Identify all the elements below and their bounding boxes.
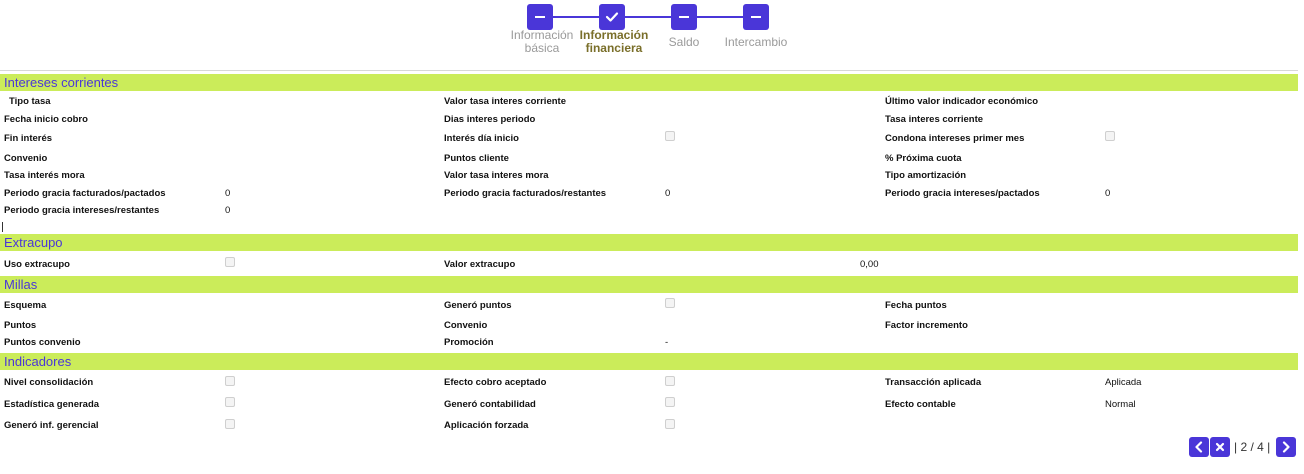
field-value: -: [665, 337, 669, 348]
field-label: Aplicación forzada: [444, 420, 529, 431]
uso-extracupo-checkbox[interactable]: [225, 257, 235, 267]
stepper-connector: [625, 16, 671, 18]
field-label: Nivel consolidación: [4, 377, 94, 388]
field-label: Interés día inicio: [444, 133, 519, 144]
section-title: Extracupo: [4, 235, 63, 250]
field-label: Condona intereses primer mes: [885, 133, 1025, 144]
section-header-millas: Millas: [0, 276, 1298, 293]
stepper-connector: [697, 16, 743, 18]
stepper-connector: [553, 16, 599, 18]
step-1-minus-icon[interactable]: [527, 4, 553, 30]
field-label: Fecha inicio cobro: [4, 114, 88, 125]
field-label: Convenio: [444, 320, 488, 331]
aplicacion-forzada-checkbox[interactable]: [665, 419, 675, 429]
section-header-intereses: Intereses corrientes: [0, 74, 1298, 91]
genero-contabilidad-checkbox[interactable]: [665, 397, 675, 407]
interes-dia-inicio-checkbox[interactable]: [665, 131, 675, 141]
page-indicator: | 2 / 4 |: [1234, 440, 1271, 454]
field-label: Último valor indicador económico: [885, 96, 1039, 107]
field-label: Esquema: [4, 300, 47, 311]
field-label: Promoción: [444, 337, 494, 348]
step-2-check-icon[interactable]: [599, 4, 625, 30]
genero-inf-gerencial-checkbox[interactable]: [225, 419, 235, 429]
field-label: Periodo gracia facturados/restantes: [444, 188, 607, 199]
field-label: Efecto cobro aceptado: [444, 377, 547, 388]
estadistica-generada-checkbox[interactable]: [225, 397, 235, 407]
field-label: Valor tasa interes mora: [444, 170, 549, 181]
field-label: Puntos convenio: [4, 337, 81, 348]
step-4-label-line1: Intercambio: [724, 35, 788, 49]
field-label: Generó contabilidad: [444, 399, 536, 410]
field-label: Puntos: [4, 320, 37, 331]
field-value: 0: [1105, 188, 1111, 199]
field-label: Convenio: [4, 153, 48, 164]
close-icon: [1215, 442, 1225, 452]
field-label: Estadística generada: [4, 399, 100, 410]
section-header-indicadores: Indicadores: [0, 353, 1298, 370]
field-label: Factor incremento: [885, 320, 968, 331]
field-label: Periodo gracia intereses/restantes: [4, 205, 160, 216]
progress-stepper: Información básica Información financier…: [0, 0, 1304, 70]
field-label: Fecha puntos: [885, 300, 947, 311]
field-label: % Próxima cuota: [885, 153, 962, 164]
field-label: Valor extracupo: [444, 259, 516, 270]
step-4-minus-icon[interactable]: [743, 4, 769, 30]
chevron-left-icon: [1195, 441, 1203, 453]
section-title: Millas: [4, 277, 38, 292]
field-label: Puntos cliente: [444, 153, 509, 164]
section-header-extracupo: Extracupo: [0, 234, 1298, 251]
field-label: Uso extracupo: [4, 259, 70, 270]
field-value: Normal: [1105, 399, 1136, 410]
field-label: Transacción aplicada: [885, 377, 982, 388]
field-value: 0: [225, 188, 231, 199]
field-label: Generó puntos: [444, 300, 512, 311]
step-3-minus-icon[interactable]: [671, 4, 697, 30]
field-label: Tasa interés mora: [4, 170, 85, 181]
field-label: Valor tasa interes corriente: [444, 96, 566, 107]
genero-puntos-checkbox[interactable]: [665, 298, 675, 308]
field-label: Tasa interes corriente: [885, 114, 984, 125]
field-label: Efecto contable: [885, 399, 956, 410]
section-title: Indicadores: [4, 354, 72, 369]
chevron-right-icon: [1282, 441, 1290, 453]
close-button[interactable]: [1210, 437, 1230, 457]
field-value: 0: [665, 188, 671, 199]
field-label: Generó inf. gerencial: [4, 420, 99, 431]
field-value: 0,00: [860, 259, 879, 270]
field-label: Dias interes periodo: [444, 114, 536, 125]
field-label: Tipo tasa: [9, 96, 51, 107]
text-cursor: [2, 222, 3, 232]
nivel-consolidacion-checkbox[interactable]: [225, 376, 235, 386]
field-value: Aplicada: [1105, 377, 1142, 388]
previous-page-button[interactable]: [1189, 437, 1209, 457]
next-page-button[interactable]: [1276, 437, 1296, 457]
field-value: 0: [225, 205, 231, 216]
section-title: Intereses corrientes: [4, 75, 119, 90]
field-label: Periodo gracia facturados/pactados: [4, 188, 166, 199]
field-label: Fin interés: [4, 133, 53, 144]
field-label: Tipo amortización: [885, 170, 967, 181]
condona-intereses-checkbox[interactable]: [1105, 131, 1115, 141]
step-4-label[interactable]: Intercambio: [711, 36, 801, 49]
efecto-cobro-aceptado-checkbox[interactable]: [665, 376, 675, 386]
field-label: Periodo gracia intereses/pactados: [885, 188, 1040, 199]
divider: [0, 70, 1298, 71]
